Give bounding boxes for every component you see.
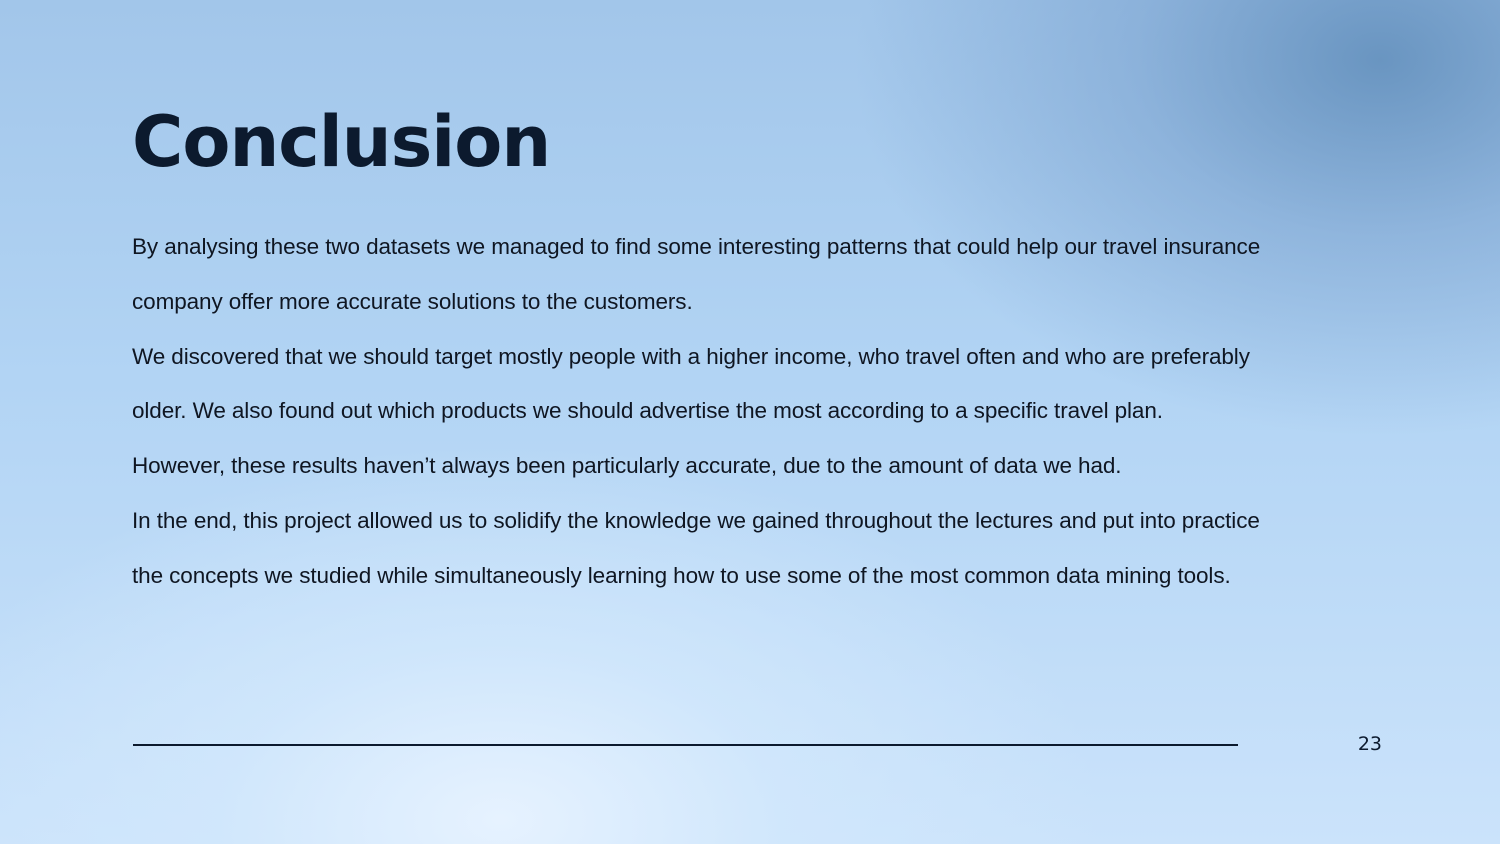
paragraph-end: In the end, this project allowed us to s… xyxy=(132,507,1260,588)
page-number: 23 xyxy=(1357,733,1382,755)
slide-body: By analysing these two datasets we manag… xyxy=(132,220,1282,604)
slide-title: Conclusion xyxy=(132,101,551,183)
paragraph-analysis: By analysing these two datasets we manag… xyxy=(132,234,1261,314)
paragraph-accuracy: However, these results haven’t always be… xyxy=(132,453,1122,479)
footer-divider xyxy=(133,744,1238,746)
slide: Conclusion By analysing these two datase… xyxy=(0,0,1500,844)
paragraph-target: We discovered that we should target most… xyxy=(132,343,1250,424)
